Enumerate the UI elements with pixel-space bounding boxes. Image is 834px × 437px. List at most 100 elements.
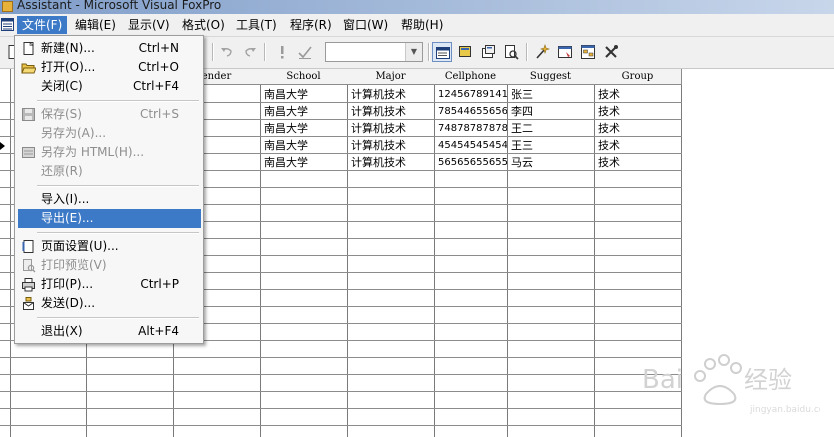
toolbar-separator — [526, 43, 528, 61]
cell-cellphone[interactable]: 74878787878 — [435, 120, 507, 137]
cell-group[interactable]: 技术 — [595, 137, 681, 154]
svg-text:Bai: Bai — [642, 365, 683, 395]
check-modify-icon[interactable] — [295, 42, 315, 62]
menu-program[interactable]: 程序(R) — [285, 16, 337, 34]
menu-item-label: 关闭(C) — [41, 79, 83, 93]
cell-cellphone[interactable]: 12456789141 — [435, 86, 507, 103]
menu-view[interactable]: 显示(V) — [123, 16, 175, 34]
column-header-school[interactable]: School — [260, 69, 348, 85]
form-designer-icon[interactable] — [555, 42, 575, 62]
menu-item-new[interactable]: 新建(N)... Ctrl+N — [18, 39, 201, 58]
menu-item-revert[interactable]: 还原(R) — [18, 162, 201, 181]
menu-item-print-preview[interactable]: 打印预览(V) — [18, 256, 201, 275]
menu-item-exit[interactable]: 退出(X) Alt+F4 — [18, 322, 201, 341]
exclamation-icon[interactable] — [272, 42, 292, 62]
redo-icon[interactable] — [240, 42, 260, 62]
grid-row-divider — [0, 425, 682, 426]
grid-row-divider — [0, 408, 682, 409]
printer-icon — [22, 278, 35, 292]
menu-item-print[interactable]: 打印(P)... Ctrl+P — [18, 275, 201, 294]
cell-suggest[interactable]: 张三 — [508, 86, 594, 103]
print-preview-icon — [23, 259, 36, 273]
menu-item-shortcut: Ctrl+F4 — [133, 79, 179, 93]
cell-group[interactable]: 技术 — [595, 103, 681, 120]
menu-item-page-setup[interactable]: 页面设置(U)... — [18, 237, 201, 256]
menu-format[interactable]: 格式(O) — [177, 16, 230, 34]
column-header-cellphone[interactable]: Cellphone — [434, 69, 508, 85]
cell-major[interactable]: 计算机技术 — [348, 154, 434, 171]
grid-row-divider — [0, 391, 682, 392]
page-setup-icon — [22, 240, 34, 253]
cell-suggest[interactable]: 王二 — [508, 120, 594, 137]
menu-item-label: 发送(D)... — [41, 296, 96, 310]
cell-school[interactable]: 南昌大学 — [261, 86, 347, 103]
menu-item-shortcut: Alt+F4 — [138, 324, 179, 338]
menu-item-label: 打印预览(V) — [41, 258, 107, 272]
grid-column-divider — [10, 69, 11, 437]
cell-major[interactable]: 计算机技术 — [348, 137, 434, 154]
cell-cellphone[interactable]: 56565655655 — [435, 154, 507, 171]
tools-icon[interactable] — [601, 42, 621, 62]
column-header-suggest[interactable]: Suggest — [507, 69, 595, 85]
toolbar-separator — [264, 43, 266, 61]
cell-cellphone[interactable]: 78544655656 — [435, 103, 507, 120]
menu-item-shortcut: Ctrl+S — [139, 107, 179, 121]
menu-edit[interactable]: 编辑(E) — [70, 16, 121, 34]
column-header-group[interactable]: Group — [594, 69, 682, 85]
cell-major[interactable]: 计算机技术 — [348, 103, 434, 120]
menu-file[interactable]: 文件(F) — [17, 16, 68, 34]
cell-school[interactable]: 南昌大学 — [261, 103, 347, 120]
menu-item-label: 打印(P)... — [41, 277, 94, 291]
cell-group[interactable]: 技术 — [595, 86, 681, 103]
menu-tools[interactable]: 工具(T) — [231, 16, 282, 34]
menu-item-save-as[interactable]: 另存为(A)... — [18, 124, 201, 143]
cell-suggest[interactable]: 李四 — [508, 103, 594, 120]
cell-school[interactable]: 南昌大学 — [261, 154, 347, 171]
menu-item-label: 另存为 HTML(H)... — [41, 145, 145, 159]
menu-separator — [37, 232, 199, 234]
cell-group[interactable]: 技术 — [595, 120, 681, 137]
cell-major[interactable]: 计算机技术 — [348, 120, 434, 137]
open-folder-icon — [21, 63, 36, 74]
chevron-down-icon[interactable]: ▼ — [405, 43, 422, 61]
menu-item-close[interactable]: 关闭(C) Ctrl+F4 — [18, 77, 201, 96]
cell-cellphone[interactable]: 45454545454 — [435, 137, 507, 154]
grid-row-divider — [0, 357, 682, 358]
cell-group[interactable]: 技术 — [595, 154, 681, 171]
menu-item-label: 还原(R) — [41, 164, 83, 178]
cell-suggest[interactable]: 王三 — [508, 137, 594, 154]
properties-icon[interactable] — [478, 42, 498, 62]
menu-item-export[interactable]: 导出(E)... — [18, 209, 201, 228]
system-menu-icon[interactable] — [1, 18, 14, 31]
cell-school[interactable]: 南昌大学 — [261, 137, 347, 154]
database-designer-icon[interactable] — [578, 42, 598, 62]
menu-item-send[interactable]: 发送(D)... — [18, 294, 201, 313]
menu-help[interactable]: 帮助(H) — [396, 16, 448, 34]
grid-row-divider — [0, 374, 682, 375]
undo-icon[interactable] — [217, 42, 237, 62]
column-header-major[interactable]: Major — [347, 69, 435, 85]
cell-suggest[interactable]: 马云 — [508, 154, 594, 171]
cell-school[interactable]: 南昌大学 — [261, 120, 347, 137]
wizard-icon[interactable] — [532, 42, 552, 62]
menu-item-open[interactable]: 打开(O)... Ctrl+O — [18, 58, 201, 77]
menu-item-label: 另存为(A)... — [41, 126, 107, 140]
menu-item-save-as-html[interactable]: 另存为 HTML(H)... — [18, 143, 201, 162]
menu-separator — [37, 185, 199, 187]
menu-item-save[interactable]: 保存(S) Ctrl+S — [18, 105, 201, 124]
menu-item-label: 导出(E)... — [41, 211, 94, 225]
menu-item-label: 新建(N)... — [41, 41, 95, 55]
report-preview-icon[interactable] — [501, 42, 521, 62]
command-window-icon[interactable] — [432, 42, 452, 62]
file-menu-dropdown: 新建(N)... Ctrl+N 打开(O)... Ctrl+O 关闭(C) Ct… — [14, 35, 204, 344]
window-title: Assistant - Microsoft Visual FoxPro — [17, 0, 222, 12]
foxpro-app-icon[interactable] — [2, 1, 13, 12]
cell-major[interactable]: 计算机技术 — [348, 86, 434, 103]
data-session-icon[interactable] — [455, 42, 475, 62]
menu-window[interactable]: 窗口(W) — [338, 16, 393, 34]
save-disk-icon — [22, 108, 35, 121]
toolbar-combo[interactable]: ▼ — [325, 42, 423, 62]
menu-item-label: 打开(O)... — [41, 60, 96, 74]
new-document-icon — [23, 41, 34, 55]
menu-item-import[interactable]: 导入(I)... — [18, 190, 201, 209]
